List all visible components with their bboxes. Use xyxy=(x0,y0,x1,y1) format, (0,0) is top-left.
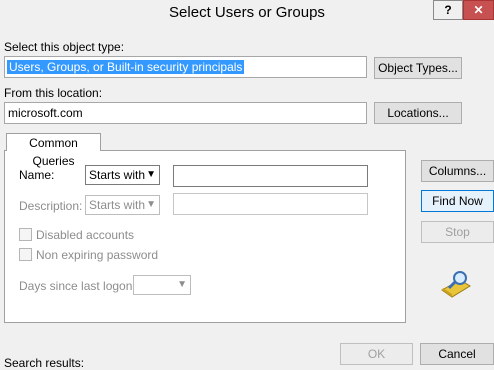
non-expiring-label: Non expiring password xyxy=(36,248,159,262)
object-type-field[interactable]: Users, Groups, or Built-in security prin… xyxy=(4,56,367,78)
locations-button[interactable]: Locations... xyxy=(374,102,462,124)
location-field[interactable]: microsoft.com xyxy=(4,102,367,124)
magnifier-icon xyxy=(441,271,471,298)
chevron-down-icon: ▼ xyxy=(146,199,156,210)
window-title: Select Users or Groups xyxy=(169,4,325,21)
object-type-value: Users, Groups, or Built-in security prin… xyxy=(7,60,245,74)
description-input[interactable] xyxy=(173,193,368,215)
name-label: Name: xyxy=(19,168,55,182)
object-type-label: Select this object type: xyxy=(4,40,125,54)
object-types-button[interactable]: Object Types... xyxy=(374,57,462,79)
name-mode-value: Starts with xyxy=(89,168,146,182)
stop-button[interactable]: Stop xyxy=(421,221,494,243)
cancel-button[interactable]: Cancel xyxy=(420,343,494,365)
ok-button[interactable]: OK xyxy=(340,343,413,365)
disabled-accounts-label: Disabled accounts xyxy=(36,228,135,242)
description-mode-select[interactable]: Starts with ▼ xyxy=(85,195,160,215)
help-button[interactable]: ? xyxy=(433,0,463,20)
name-input[interactable] xyxy=(173,165,368,187)
location-label: From this location: xyxy=(4,86,103,100)
disabled-accounts-checkbox[interactable] xyxy=(19,228,32,241)
close-button[interactable]: ✕ xyxy=(463,0,494,20)
tab-common-queries[interactable]: Common Queries xyxy=(6,133,101,168)
days-since-select[interactable]: ▼ xyxy=(133,275,191,295)
description-mode-value: Starts with xyxy=(89,198,146,212)
find-now-button[interactable]: Find Now xyxy=(421,190,494,212)
description-label: Description: xyxy=(19,199,83,213)
chevron-down-icon: ▼ xyxy=(146,169,156,180)
days-since-label: Days since last logon: xyxy=(19,279,136,293)
name-mode-select[interactable]: Starts with ▼ xyxy=(85,165,160,185)
chevron-down-icon: ▼ xyxy=(177,279,187,290)
non-expiring-checkbox[interactable] xyxy=(19,248,32,261)
columns-button[interactable]: Columns... xyxy=(421,160,494,182)
